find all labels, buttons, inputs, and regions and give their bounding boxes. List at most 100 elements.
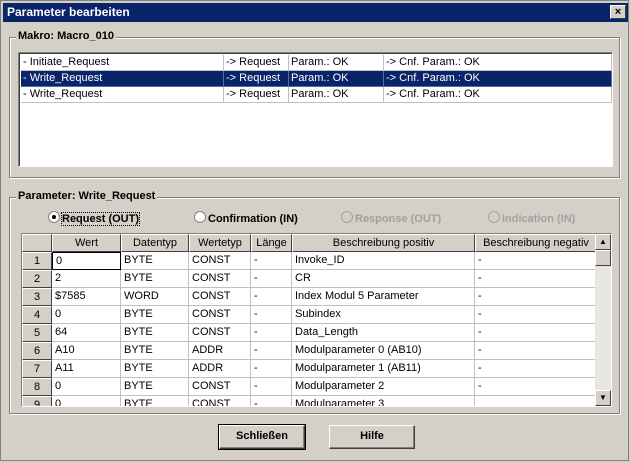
column-header[interactable]: Wertetyp <box>189 234 251 252</box>
column-header[interactable]: Länge <box>251 234 292 252</box>
table-cell[interactable]: - <box>251 378 292 396</box>
table-cell[interactable]: Subindex <box>292 306 475 324</box>
row-header[interactable]: 3 <box>22 288 52 306</box>
table-cell[interactable]: CR <box>292 270 475 288</box>
radio-label: Indication (IN) <box>502 213 576 225</box>
radio-indication-in[interactable]: Indication (IN) <box>488 211 575 225</box>
makro-cell: -> Cnf. Param.: OK <box>384 55 612 71</box>
table-cell[interactable]: ADDR <box>189 360 251 378</box>
radio-label: Response (OUT) <box>355 213 442 225</box>
makro-cell: Param.: OK <box>289 55 384 71</box>
makro-list[interactable]: - Initiate_Request -> Request Param.: OK ->… <box>18 52 613 167</box>
table-cell[interactable]: A10 <box>52 342 121 360</box>
table-cell[interactable]: 2 <box>52 270 121 288</box>
table-cell[interactable]: CONST <box>189 252 251 270</box>
cell-editor-input[interactable]: 0 <box>52 252 121 270</box>
scroll-up-arrow-icon[interactable]: ▲ <box>595 234 611 250</box>
help-button[interactable]: Hilfe <box>329 425 415 449</box>
row-header[interactable]: 2 <box>22 270 52 288</box>
table-cell[interactable]: CONST <box>189 396 251 406</box>
radio-response-out[interactable]: Response (OUT) <box>341 211 441 225</box>
table-cell[interactable]: 64 <box>52 324 121 342</box>
makro-cell: -> Request <box>224 71 289 87</box>
table-cell[interactable]: BYTE <box>121 306 189 324</box>
table-cell[interactable]: A11 <box>52 360 121 378</box>
table-cell[interactable]: Index Modul 5 Parameter <box>292 288 475 306</box>
column-header[interactable]: Beschreibung positiv <box>292 234 475 252</box>
table-cell[interactable]: - <box>475 270 597 288</box>
row-header[interactable]: 7 <box>22 360 52 378</box>
table-cell[interactable]: ADDR <box>189 342 251 360</box>
table-cell[interactable]: BYTE <box>121 342 189 360</box>
close-icon[interactable]: × <box>610 5 626 19</box>
makro-group-title: Makro: Macro_010 <box>16 30 116 42</box>
table-cell[interactable]: CONST <box>189 288 251 306</box>
table-cell[interactable]: BYTE <box>121 360 189 378</box>
makro-cell: -> Cnf. Param.: OK <box>384 87 612 103</box>
column-header[interactable]: Beschreibung negativ <box>475 234 597 252</box>
table-cell[interactable]: - <box>251 324 292 342</box>
table-cell[interactable]: BYTE <box>121 270 189 288</box>
table-cell[interactable]: Modulparameter 2 <box>292 378 475 396</box>
table-cell[interactable]: - <box>475 288 597 306</box>
radio-request-out[interactable]: Request (OUT) <box>48 211 140 226</box>
table-cell[interactable]: - <box>475 378 597 396</box>
table-cell[interactable]: $7585 <box>52 288 121 306</box>
radio-button-icon <box>341 211 353 223</box>
table-cell[interactable]: CONST <box>189 324 251 342</box>
makro-list-item[interactable]: - Write_Request -> Request Param.: OK -> Cn… <box>21 71 612 87</box>
table-cell[interactable]: 0 <box>52 396 121 406</box>
row-header[interactable]: 9 <box>22 396 52 406</box>
makro-list-item[interactable]: - Initiate_Request -> Request Param.: OK ->… <box>21 55 612 71</box>
table-cell[interactable]: 0 <box>52 378 121 396</box>
radio-confirmation-in[interactable]: Confirmation (IN) <box>194 211 298 225</box>
radio-label: Request (OUT) <box>61 212 140 226</box>
table-cell[interactable]: - <box>251 270 292 288</box>
dialog-window: Parameter bearbeiten × Makro: Macro_010 … <box>0 0 629 461</box>
table-cell[interactable]: BYTE <box>121 324 189 342</box>
table-cell[interactable]: - <box>475 306 597 324</box>
table-cell[interactable]: BYTE <box>121 378 189 396</box>
table-cell[interactable]: Invoke_ID <box>292 252 475 270</box>
row-header[interactable]: 4 <box>22 306 52 324</box>
scrollbar-thumb[interactable] <box>595 250 611 266</box>
table-cell[interactable]: Modulparameter 0 (AB10) <box>292 342 475 360</box>
table-cell[interactable]: - <box>251 360 292 378</box>
window-title: Parameter bearbeiten <box>7 5 130 19</box>
table-cell[interactable]: CONST <box>189 306 251 324</box>
table-cell[interactable]: - <box>475 324 597 342</box>
column-header[interactable]: Wert <box>52 234 121 252</box>
row-header[interactable]: 8 <box>22 378 52 396</box>
table-cell[interactable]: - <box>251 288 292 306</box>
table-cell[interactable]: - <box>251 306 292 324</box>
table-cell[interactable]: 0 <box>52 306 121 324</box>
makro-cell: - Write_Request <box>21 87 224 103</box>
radio-button-icon <box>194 211 206 223</box>
vertical-scrollbar[interactable]: ▲ ▼ <box>595 234 611 406</box>
table-cell[interactable]: - <box>251 396 292 406</box>
parameter-table[interactable]: Wert Datentyp Wertetyp Länge Beschreibung po… <box>21 233 612 407</box>
table-cell[interactable]: WORD <box>121 288 189 306</box>
table-cell[interactable] <box>475 396 597 406</box>
table-cell[interactable]: - <box>251 252 292 270</box>
table-cell[interactable]: - <box>475 342 597 360</box>
scroll-down-arrow-icon[interactable]: ▼ <box>595 390 611 406</box>
table-cell[interactable]: Modulparameter 3 <box>292 396 475 406</box>
makro-cell: - Write_Request <box>21 71 224 87</box>
makro-list-item[interactable]: - Write_Request -> Request Param.: OK -> Cn… <box>21 87 612 103</box>
table-cell[interactable]: - <box>475 252 597 270</box>
table-cell[interactable]: CONST <box>189 378 251 396</box>
table-cell[interactable]: - <box>475 360 597 378</box>
row-header[interactable]: 6 <box>22 342 52 360</box>
table-cell[interactable]: BYTE <box>121 252 189 270</box>
table-cell[interactable]: Modulparameter 1 (AB11) <box>292 360 475 378</box>
table-cell[interactable]: CONST <box>189 270 251 288</box>
table-cell[interactable]: BYTE <box>121 396 189 406</box>
close-button[interactable]: Schließen <box>218 424 306 450</box>
table-cell[interactable]: Data_Length <box>292 324 475 342</box>
makro-cell: Param.: OK <box>289 87 384 103</box>
table-cell[interactable]: - <box>251 342 292 360</box>
row-header[interactable]: 5 <box>22 324 52 342</box>
row-header[interactable]: 1 <box>22 252 52 270</box>
column-header[interactable]: Datentyp <box>121 234 189 252</box>
